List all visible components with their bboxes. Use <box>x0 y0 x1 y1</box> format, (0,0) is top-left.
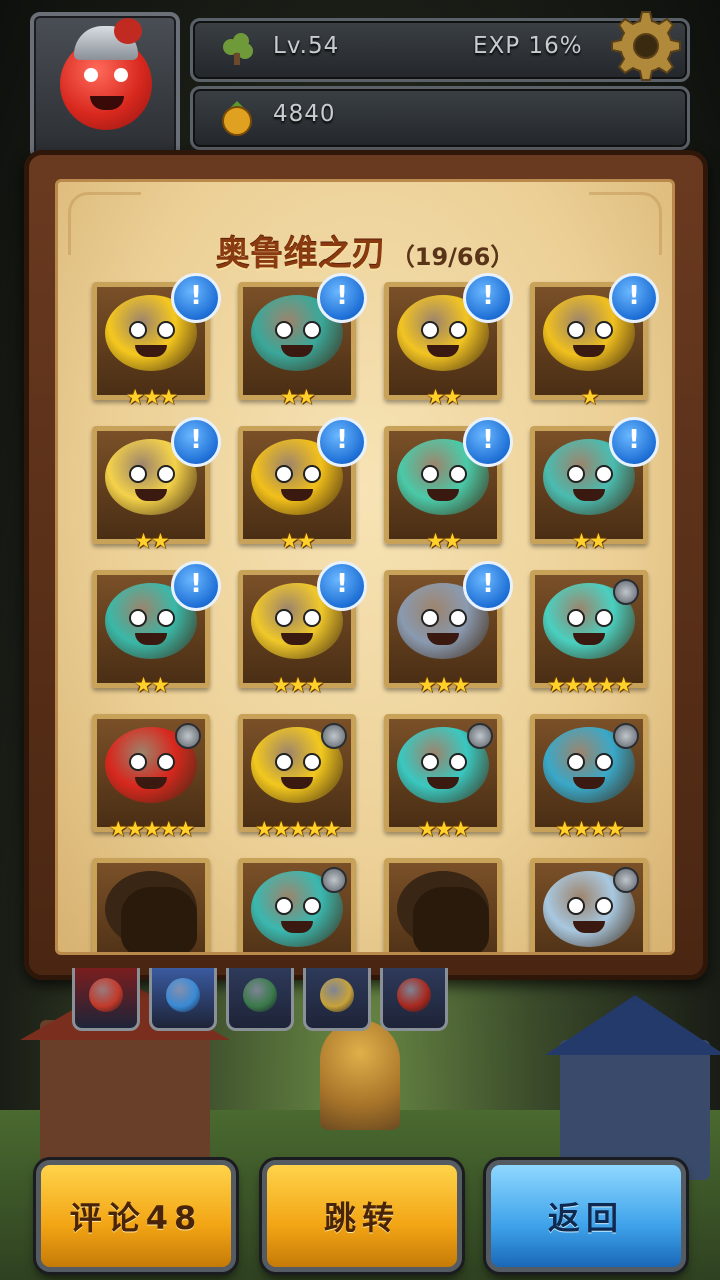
hero-card[interactable]: ★★★★ <box>530 714 648 841</box>
hero-card-locked[interactable] <box>92 858 210 952</box>
hero-star-rating: ★★ <box>134 529 170 553</box>
class-badge-icon <box>175 723 201 749</box>
new-alert-icon: ! <box>463 561 513 611</box>
hero-star-rating: ★★ <box>572 529 608 553</box>
blue-hero-tab-icon <box>166 978 200 1012</box>
level-text: Lv.54 <box>273 33 340 59</box>
hero-card[interactable]: ★★★★★ <box>92 714 210 841</box>
hero-star-rating: ★★★★★ <box>108 817 195 841</box>
class-badge-icon <box>613 723 639 749</box>
red-mask-tab-icon <box>397 978 431 1012</box>
new-alert-icon: ! <box>463 417 513 467</box>
hero-card[interactable]: ★★! <box>92 561 221 697</box>
hero-card[interactable]: ★★★! <box>384 561 513 697</box>
hero-card[interactable]: ★★★★★ <box>530 570 648 697</box>
hero-card[interactable]: ★★★! <box>92 273 221 409</box>
hero-star-rating: ★★★ <box>271 673 324 697</box>
hero-star-rating: ★★ <box>280 529 316 553</box>
hero-star-rating: ★★★ <box>417 817 470 841</box>
new-alert-icon: ! <box>171 561 221 611</box>
exp-text: EXP 16% <box>473 33 583 59</box>
hero-star-rating: ★★★ <box>417 673 470 697</box>
faction-tab[interactable] <box>72 968 140 1031</box>
hero-star-rating: ★★ <box>426 529 462 553</box>
new-alert-icon: ! <box>609 273 659 323</box>
player-avatar[interactable] <box>30 12 180 160</box>
hero-card[interactable]: ★★! <box>238 417 367 553</box>
hero-star-rating: ★★★★★ <box>546 673 633 697</box>
hero-card[interactable]: ★★★ <box>384 714 502 841</box>
tree-level-icon <box>219 31 255 67</box>
back-button[interactable]: 返回 <box>486 1160 686 1272</box>
hero-star-rating: ★ <box>580 385 600 409</box>
golden-statue <box>320 1020 400 1130</box>
hero-star-rating: ★★★★ <box>555 817 624 841</box>
comment-button[interactable]: 评论48 <box>36 1160 236 1272</box>
hero-star-rating: ★★ <box>426 385 462 409</box>
class-badge-icon <box>613 579 639 605</box>
new-alert-icon: ! <box>463 273 513 323</box>
faction-tab[interactable] <box>226 968 294 1031</box>
hero-card[interactable]: ★★★★★ <box>238 714 356 841</box>
hero-silhouette-icon <box>105 871 197 952</box>
hero-card[interactable]: ★★! <box>384 417 513 553</box>
hero-star-rating: ★★ <box>280 385 316 409</box>
village-house-right <box>545 995 720 1180</box>
hero-card[interactable]: ★★! <box>238 273 367 409</box>
hero-collection-parchment: 奥鲁维之刃 （19/66） ★★★! ★★! ★★! ★! ★★! ★★! ★★! ★★! ★★… <box>55 179 675 955</box>
yellow-hero-tab-icon <box>320 978 354 1012</box>
hero-star-rating: ★★★ <box>125 385 178 409</box>
hero-card[interactable] <box>530 858 648 952</box>
jump-button[interactable]: 跳转 <box>262 1160 462 1272</box>
red-hero-tab-icon <box>89 978 123 1012</box>
collection-count: （19/66） <box>390 243 515 271</box>
coins-bar: 4840 <box>190 86 690 150</box>
green-hero-tab-icon <box>243 978 277 1012</box>
settings-gear-icon[interactable] <box>608 8 684 84</box>
hero-star-rating: ★★★★★ <box>254 817 341 841</box>
panel-title: 奥鲁维之刃 （19/66） <box>58 226 672 275</box>
coins-amount: 4840 <box>273 101 336 127</box>
hero-card[interactable]: ★★★! <box>238 561 367 697</box>
new-alert-icon: ! <box>317 273 367 323</box>
hero-card[interactable]: ★★! <box>530 417 659 553</box>
class-badge-icon <box>321 723 347 749</box>
faction-tab[interactable] <box>380 968 448 1031</box>
new-alert-icon: ! <box>317 417 367 467</box>
new-alert-icon: ! <box>317 561 367 611</box>
hero-card[interactable]: ★★! <box>92 417 221 553</box>
avatar-plume-icon <box>114 18 142 44</box>
class-badge-icon <box>321 867 347 893</box>
class-badge-icon <box>467 723 493 749</box>
new-alert-icon: ! <box>171 417 221 467</box>
class-badge-icon <box>613 867 639 893</box>
fruit-currency-icon <box>222 101 252 136</box>
faction-name: 奥鲁维之刃 <box>215 234 386 274</box>
hero-star-rating: ★★ <box>134 673 170 697</box>
village-house-left <box>20 980 230 1170</box>
hero-card[interactable]: ★★! <box>384 273 513 409</box>
new-alert-icon: ! <box>171 273 221 323</box>
hero-silhouette-icon <box>397 871 489 952</box>
hero-card[interactable] <box>238 858 356 952</box>
hero-card[interactable]: ★! <box>530 273 659 409</box>
hero-card-locked[interactable] <box>384 858 502 952</box>
faction-tab[interactable] <box>149 968 217 1031</box>
faction-tab[interactable] <box>303 968 371 1031</box>
hero-collection-panel: 奥鲁维之刃 （19/66） ★★★! ★★! ★★! ★! ★★! ★★! ★★! ★★! ★★… <box>24 150 708 980</box>
new-alert-icon: ! <box>609 417 659 467</box>
